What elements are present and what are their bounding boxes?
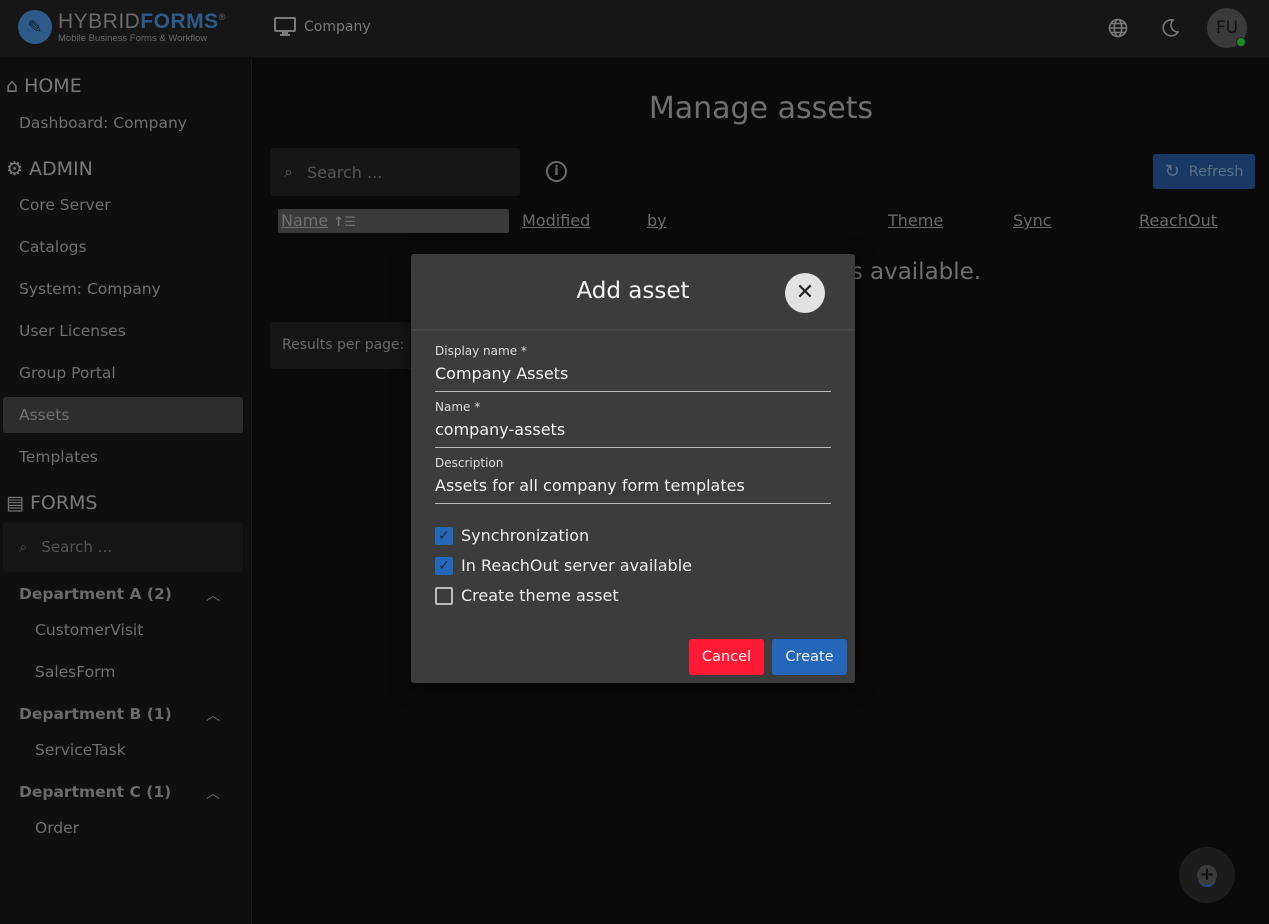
search-placeholder: Search ... (41, 538, 113, 556)
column-header-modified[interactable]: Modified (522, 211, 590, 230)
asset-search-input[interactable]: ⌕ Search ... (270, 148, 520, 196)
refresh-icon: ↻ (1164, 161, 1180, 182)
page-title: Manage assets (648, 91, 874, 126)
close-icon[interactable]: ✕ (785, 273, 825, 313)
home-heading-label: HOME (24, 75, 82, 97)
avatar-initials: FU (1215, 18, 1239, 38)
checkbox-label: In ReachOut server available (461, 556, 692, 575)
search-placeholder: Search ... (306, 162, 383, 182)
group-department-b[interactable]: Department B (1) (19, 705, 172, 723)
breadcrumb[interactable]: Company (274, 17, 371, 37)
chevron-up-icon[interactable]: ︿ (206, 585, 220, 605)
field-value[interactable]: company-assets (435, 420, 831, 439)
cancel-button[interactable]: Cancel (689, 639, 764, 675)
admin-heading-label: ADMIN (29, 158, 93, 180)
add-asset-dialog: Add asset ✕ Display name * Company Assets… (411, 254, 855, 683)
refresh-label: Refresh (1188, 163, 1244, 180)
add-asset-fab[interactable]: + (1179, 847, 1235, 903)
theme-asset-checkbox[interactable]: Create theme asset (435, 586, 619, 605)
column-header-sync[interactable]: Sync (1013, 211, 1052, 230)
logo-subtitle: Mobile Business Forms & Workflow (58, 32, 208, 44)
search-icon: ⌕ (284, 162, 293, 181)
sidebar-item-system[interactable]: System: Company (19, 280, 161, 298)
form-item[interactable]: SalesForm (35, 663, 115, 681)
create-button[interactable]: Create (772, 639, 847, 675)
logo-text-bold: FORMS (140, 9, 219, 33)
sidebar-item-dashboard[interactable]: Dashboard: Company (19, 114, 187, 132)
display-name-field[interactable]: Display name * Company Assets (435, 344, 831, 392)
monitor-icon (274, 17, 296, 36)
breadcrumb-label: Company (304, 19, 371, 35)
description-field[interactable]: Description Assets for all company form t… (435, 456, 831, 504)
logo-icon: ✎ (18, 10, 52, 44)
user-avatar[interactable]: FU (1207, 8, 1247, 48)
field-value[interactable]: Assets for all company form templates (435, 476, 831, 495)
sort-ascending-icon: ↑☰ (333, 215, 356, 230)
online-status-dot (1236, 37, 1246, 47)
form-item[interactable]: Order (35, 819, 79, 837)
group-department-c[interactable]: Department C (1) (19, 783, 171, 801)
forms-heading-label: FORMS (29, 492, 98, 514)
top-bar: ✎ HYBRIDFORMS® Mobile Business Forms & W… (0, 0, 1269, 58)
column-header-name[interactable]: Name ↑☰ (278, 209, 509, 233)
field-label: Description (435, 456, 504, 470)
checkbox-label: Create theme asset (461, 586, 619, 605)
sidebar-heading-home: ⌂ HOME (6, 75, 82, 97)
column-header-reachout[interactable]: ReachOut (1139, 211, 1217, 230)
reachout-checkbox[interactable]: ✓ In ReachOut server available (435, 556, 692, 575)
chevron-up-icon[interactable]: ︿ (206, 705, 220, 725)
logo[interactable]: ✎ HYBRIDFORMS® Mobile Business Forms & W… (18, 10, 226, 44)
document-icon: ▤ (6, 492, 24, 514)
group-department-a[interactable]: Department A (2) (19, 585, 172, 603)
column-name-label: Name (281, 211, 329, 230)
logo-text-light: HYBRID (58, 9, 141, 33)
search-icon: ⌕ (19, 538, 28, 556)
field-value[interactable]: Company Assets (435, 364, 831, 383)
checkbox-label: Synchronization (461, 526, 590, 545)
plus-icon: + (1197, 865, 1217, 885)
sidebar-heading-forms: ▤ FORMS (6, 492, 98, 514)
chevron-up-icon[interactable]: ︿ (206, 783, 220, 803)
field-label: Display name * (435, 344, 527, 358)
column-header-by[interactable]: by (647, 211, 667, 230)
checkbox-checked-icon[interactable]: ✓ (435, 556, 453, 575)
sidebar-item-core-server[interactable]: Core Server (19, 196, 111, 214)
sidebar-item-templates[interactable]: Templates (19, 448, 98, 466)
form-item[interactable]: CustomerVisit (35, 621, 143, 639)
checkbox-checked-icon[interactable]: ✓ (435, 526, 453, 545)
home-icon: ⌂ (6, 75, 19, 97)
logo-reg: ® (218, 11, 226, 22)
column-header-theme[interactable]: Theme (888, 211, 943, 230)
gear-icon: ⚙ (6, 158, 24, 180)
sidebar-heading-admin: ⚙ ADMIN (6, 158, 93, 180)
checkbox-unchecked-icon[interactable] (435, 586, 453, 605)
info-icon[interactable]: i (546, 161, 567, 182)
dark-mode-moon-icon[interactable] (1155, 13, 1185, 43)
sidebar: ⌂ HOME Dashboard: Company ⚙ ADMIN Core Ser… (0, 59, 252, 924)
globe-icon[interactable] (1103, 13, 1133, 43)
refresh-button[interactable]: ↻ Refresh (1153, 154, 1255, 189)
field-label: Name * (435, 400, 481, 414)
name-field[interactable]: Name * company-assets (435, 400, 831, 448)
synchronization-checkbox[interactable]: ✓ Synchronization (435, 526, 589, 545)
forms-search-input[interactable]: ⌕ Search ... (3, 522, 243, 572)
form-item[interactable]: ServiceTask (35, 741, 126, 759)
sidebar-item-group-portal[interactable]: Group Portal (19, 364, 116, 382)
sidebar-item-assets[interactable]: Assets (19, 406, 69, 424)
sidebar-item-user-licenses[interactable]: User Licenses (19, 322, 126, 340)
sidebar-item-catalogs[interactable]: Catalogs (19, 238, 87, 256)
